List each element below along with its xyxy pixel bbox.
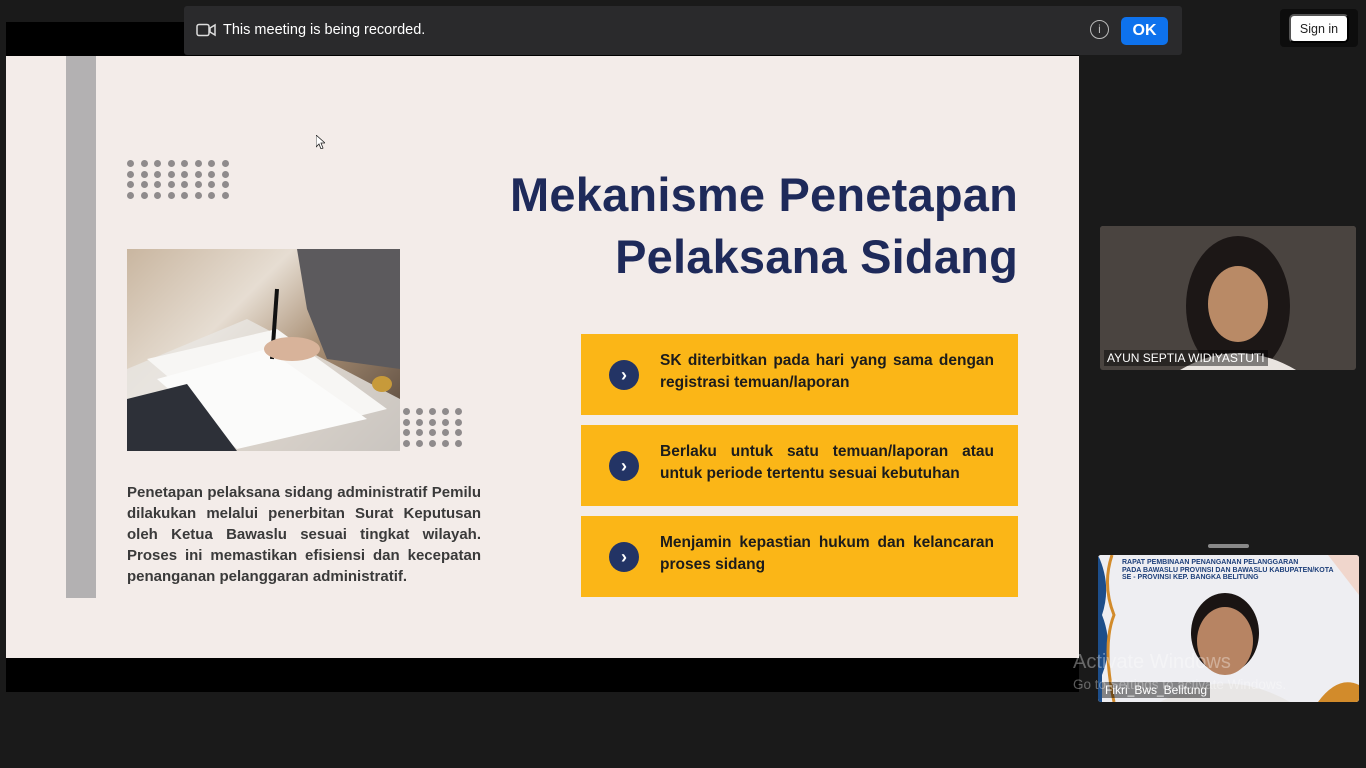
- participant-video[interactable]: AYUN SEPTIA WIDIYASTUTI: [1100, 226, 1356, 370]
- slide-side-bar: [66, 56, 96, 598]
- point-card-text: Berlaku untuk satu temuan/laporan atau u…: [660, 443, 994, 482]
- background-caption-line3: SE - PROVINSI KEP. BANGKA BELITUNG: [1122, 574, 1259, 581]
- background-caption: RAPAT PEMBINAAN PENANGANAN PELANGGARAN P…: [1122, 559, 1334, 582]
- recording-banner: This meeting is being recorded. i OK: [184, 6, 1182, 55]
- ok-button[interactable]: OK: [1121, 17, 1168, 45]
- participant-name: AYUN SEPTIA WIDIYASTUTI: [1104, 350, 1268, 366]
- background-caption-line1: RAPAT PEMBINAAN PENANGANAN PELANGGARAN: [1122, 559, 1299, 566]
- windows-watermark-title: Activate Windows: [1073, 651, 1231, 673]
- signing-document-photo: [127, 249, 400, 451]
- slide-description: Penetapan pelaksana sidang administratif…: [127, 484, 481, 585]
- point-card: › SK diterbitkan pada hari yang sama den…: [581, 334, 1018, 415]
- chevron-right-icon: ›: [609, 542, 639, 572]
- background-caption-line2: PADA BAWASLU PROVINSI DAN BAWASLU KABUPA…: [1122, 566, 1334, 574]
- presentation-slide: Mekanisme Penetapan Pelaksana Sidang Pen…: [6, 56, 1079, 658]
- mouse-pointer-icon: [316, 135, 325, 149]
- point-card: › Berlaku untuk satu temuan/laporan atau…: [581, 425, 1018, 506]
- slide-title: Mekanisme Penetapan Pelaksana Sidang: [510, 164, 1018, 288]
- info-icon[interactable]: i: [1090, 20, 1109, 39]
- slide-title-line1: Mekanisme Penetapan: [510, 168, 1018, 221]
- recording-message: This meeting is being recorded.: [223, 22, 426, 38]
- dot-pattern-bottom: [403, 408, 462, 447]
- point-card: › Menjamin kepastian hukum dan kelancara…: [581, 516, 1018, 597]
- point-card-text: SK diterbitkan pada hari yang sama denga…: [660, 352, 994, 391]
- participant-photo: [1100, 226, 1356, 370]
- video-camera-icon: [196, 23, 216, 37]
- chevron-right-icon: ›: [609, 451, 639, 481]
- drag-handle[interactable]: [1208, 544, 1249, 548]
- windows-watermark-subtitle: Go to Settings to activate Windows.: [1073, 677, 1287, 692]
- dot-pattern-top: [127, 160, 229, 199]
- chevron-right-icon: ›: [609, 360, 639, 390]
- sign-in-button[interactable]: Sign in: [1289, 14, 1349, 43]
- point-card-text: Menjamin kepastian hukum dan kelancaran …: [660, 534, 994, 573]
- slide-title-line2: Pelaksana Sidang: [615, 230, 1018, 283]
